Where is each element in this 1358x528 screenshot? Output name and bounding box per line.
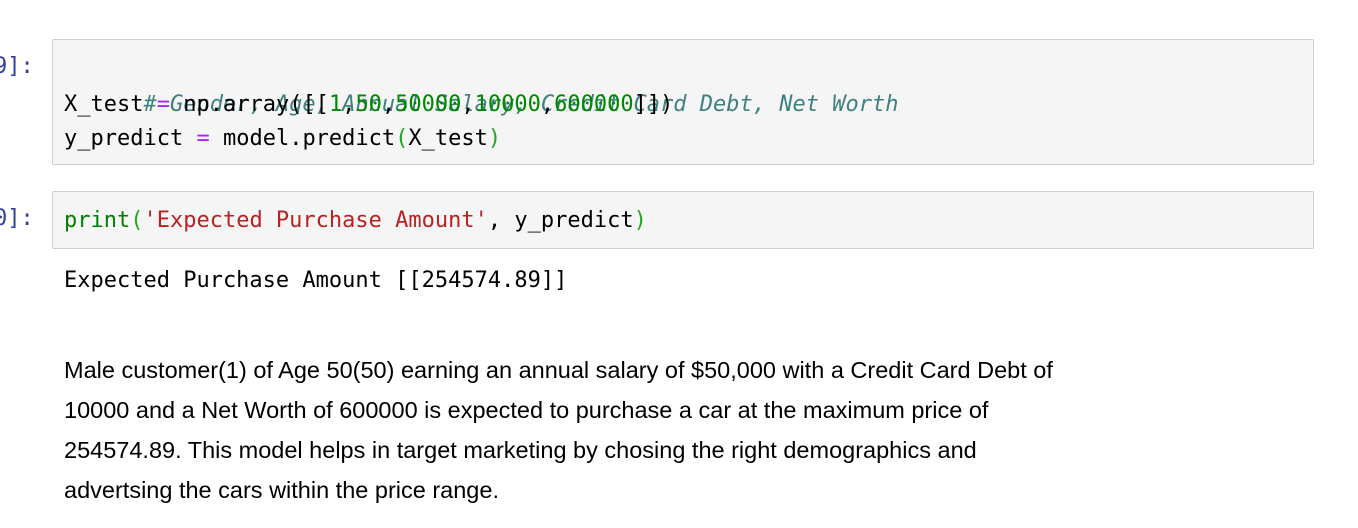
number: 10000 [474, 92, 541, 117]
cell-1-input[interactable]: # Gender, Age, Annual Salary, Credit Car… [52, 39, 1314, 165]
number: 50 [355, 92, 382, 117]
print-builtin: print [64, 208, 131, 233]
code-line-x-test: X_test = np.array([[1,50,50000,10000,600… [64, 88, 673, 122]
arg-x-test: X_test [408, 126, 488, 151]
close-paren: ) [487, 126, 502, 151]
model-predict-call: model.predict [222, 126, 396, 151]
cell-2-prompt: 0]: [0, 206, 34, 231]
var-x-test: X_test [64, 92, 144, 117]
open-paren: ( [130, 208, 144, 233]
assign-operator: = [196, 126, 210, 151]
np-array-call: np.array([[ [183, 92, 329, 117]
assign-operator: = [156, 92, 170, 117]
code-line-y-predict: y_predict = model.predict(X_test) [64, 122, 501, 156]
comma: , [381, 92, 396, 117]
open-paren: ( [395, 126, 409, 151]
var-y-predict: y_predict [64, 126, 184, 151]
code-line-comment: # Gender, Age, Annual Salary, Credit Car… [64, 54, 898, 117]
markdown-line: Male customer(1) of Age 50(50) earning a… [64, 357, 1053, 383]
markdown-line: 254574.89. This model helps in target ma… [64, 437, 977, 463]
string-literal: 'Expected Purchase Amount' [143, 208, 488, 233]
code-line-print: print('Expected Purchase Amount', y_pred… [64, 204, 647, 238]
close-paren: ) [633, 208, 647, 233]
markdown-line: 10000 and a Net Worth of 600000 is expec… [64, 397, 989, 423]
number: 50000 [395, 92, 462, 117]
markdown-line: advertsing the cars within the price ran… [64, 477, 499, 503]
number: 600000 [554, 92, 634, 117]
number: 1 [328, 92, 343, 117]
cell-1-prompt: 9]: [0, 54, 34, 79]
comma: , [540, 92, 555, 117]
cell-2-input[interactable]: print('Expected Purchase Amount', y_pred… [52, 191, 1314, 249]
arg-y-predict: y_predict [514, 208, 634, 233]
comma: , [487, 208, 502, 233]
cell-2-output: Expected Purchase Amount [[254574.89]] [64, 268, 568, 293]
comma: , [461, 92, 475, 117]
markdown-cell: Male customer(1) of Age 50(50) earning a… [64, 350, 1294, 510]
comma: , [342, 92, 356, 117]
close-brackets: ]]) [633, 92, 674, 117]
